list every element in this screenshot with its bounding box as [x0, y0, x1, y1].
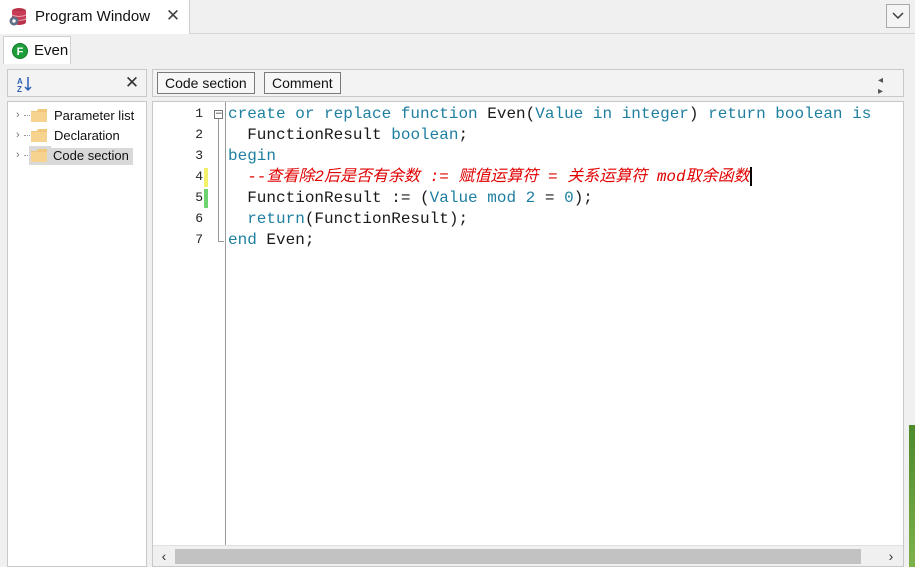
code-token: ( [525, 105, 536, 123]
text-caret [749, 167, 752, 187]
code-token: FunctionResult := ( [228, 189, 430, 207]
editor-toolbar: Code section Comment ◂ ▸ [152, 69, 904, 97]
code-token: Even [487, 105, 526, 123]
folder-icon [31, 129, 47, 142]
code-line[interactable]: FunctionResult boolean; [228, 125, 468, 146]
folder-icon [31, 149, 47, 162]
function-icon: F [12, 43, 28, 59]
code-token: = [535, 189, 565, 207]
code-token: --查看除2后是否有余数 := 赋值运算符 = 关系运算符 mod取余函数 [228, 168, 750, 186]
collapse-fold-icon[interactable]: − [214, 110, 223, 119]
object-tab-label: Even [34, 42, 69, 59]
chevron-down-icon [892, 12, 904, 19]
object-tab-bar: F Even [0, 34, 915, 64]
line-number: 4 [195, 169, 203, 184]
folder-icon [31, 109, 47, 122]
code-token: return [247, 210, 305, 228]
code-editor[interactable]: 1 2 3 4 5 6 7 − create or replace functi… [152, 101, 904, 567]
code-token: boolean [391, 126, 459, 144]
code-token: ); [573, 189, 593, 207]
code-token: begin [228, 147, 277, 165]
line-gutter: 1 2 3 4 5 6 7 − [153, 102, 226, 545]
code-token: create or replace function [228, 105, 488, 123]
fold-guide-end [218, 241, 224, 242]
code-token: Value mod 2 [429, 189, 536, 207]
comment-button[interactable]: Comment [264, 72, 341, 94]
code-token: FunctionResult [228, 126, 392, 144]
scroll-right-icon[interactable]: › [883, 548, 899, 564]
line-number: 5 [195, 190, 203, 205]
change-marker [204, 189, 208, 208]
code-line[interactable]: begin [228, 146, 276, 167]
tree-item-code-section[interactable]: › Code section [8, 146, 146, 165]
code-token: ) [688, 105, 709, 123]
svg-text:Z: Z [17, 85, 22, 93]
code-token: return boolean is [708, 105, 872, 123]
outline-toolbar: A Z ✕ [7, 69, 147, 97]
sort-az-icon[interactable]: A Z [16, 75, 34, 93]
outline-tree: › Parameter list › Declaration › Code se… [7, 101, 147, 567]
program-window-tab[interactable]: Program Window ✕ [0, 0, 190, 34]
section-nav-arrows[interactable]: ◂ ▸ [878, 75, 902, 97]
close-tab-icon[interactable]: ✕ [165, 7, 181, 25]
line-number: 1 [195, 106, 203, 121]
code-token: end [228, 231, 267, 249]
code-line[interactable]: FunctionResult := (Value mod 2 = 0); [228, 188, 593, 209]
tree-connector [24, 115, 30, 116]
object-tab-even[interactable]: F Even [3, 36, 71, 64]
tree-item-declaration[interactable]: › Declaration [8, 126, 146, 145]
change-marker [204, 168, 208, 187]
code-token: (FunctionResult); [304, 210, 469, 228]
tree-item-label: Parameter list [54, 108, 135, 123]
line-number: 7 [195, 232, 203, 247]
background-desktop-strip [909, 425, 915, 567]
code-token: 0 [564, 189, 574, 207]
tree-item-label: Declaration [54, 128, 120, 143]
code-line[interactable]: return(FunctionResult); [228, 209, 468, 230]
scrollbar-thumb[interactable] [175, 549, 861, 564]
tab-list-dropdown-button[interactable] [886, 4, 910, 28]
code-token: Value in integer [535, 105, 689, 123]
line-number: 2 [195, 127, 203, 142]
code-line[interactable]: --查看除2后是否有余数 := 赋值运算符 = 关系运算符 mod取余函数 [228, 167, 752, 188]
horizontal-scrollbar[interactable]: ‹ › [153, 545, 903, 566]
scroll-left-icon[interactable]: ‹ [156, 548, 172, 564]
code-token: Even; [266, 231, 315, 249]
tab-title: Program Window [35, 8, 151, 25]
tree-item-parameter-list[interactable]: › Parameter list [8, 106, 146, 125]
database-gear-icon [9, 8, 27, 26]
tree-connector [24, 135, 30, 136]
fold-guide [218, 119, 219, 242]
line-number: 3 [195, 148, 203, 163]
close-outline-icon[interactable]: ✕ [124, 73, 140, 93]
code-token: ; [458, 126, 469, 144]
code-text-area[interactable]: create or replace function Even(Value in… [228, 102, 903, 545]
code-line[interactable]: create or replace function Even(Value in… [228, 104, 871, 125]
tree-item-label: Code section [50, 148, 133, 165]
code-line[interactable]: end Even; [228, 230, 314, 251]
document-tab-bar: Program Window ✕ [0, 0, 915, 34]
line-number: 6 [195, 211, 203, 226]
code-section-button[interactable]: Code section [157, 72, 255, 94]
